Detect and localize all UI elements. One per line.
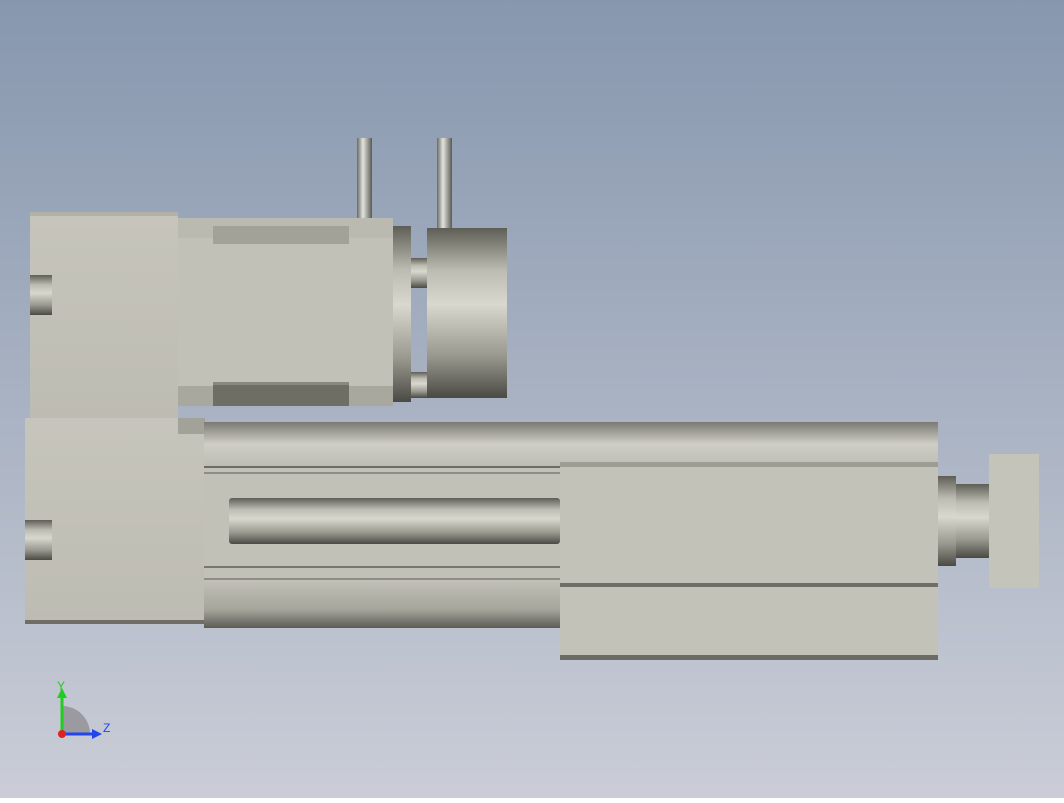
rod-end-plate[interactable] (989, 454, 1039, 588)
x-axis-dot (58, 730, 66, 738)
rod-end-collar (938, 476, 956, 566)
profile-bottom-rail (204, 582, 560, 628)
motor-end-ring (393, 226, 411, 402)
y-axis-label: Y (57, 679, 66, 693)
connector-pin-left[interactable] (357, 138, 372, 222)
model-view[interactable] (0, 0, 1064, 798)
gearbox-mount-hole-lower (25, 520, 52, 560)
3d-graphics-viewport[interactable]: Y Z (0, 0, 1064, 798)
carriage[interactable] (560, 462, 938, 660)
orientation-triad[interactable]: Y Z (52, 676, 122, 746)
linear-actuator[interactable] (25, 418, 1039, 660)
rod-end-shaft (956, 484, 990, 558)
triad-quarter-disc (62, 706, 90, 734)
z-axis-arrowhead (92, 729, 102, 739)
connector-pin-right[interactable] (437, 138, 452, 230)
gearbox-mount-hole-upper (30, 275, 52, 315)
profile-top-rail (204, 422, 938, 466)
z-axis-label: Z (103, 721, 111, 735)
piston-rod-slot (229, 498, 560, 544)
motor-body[interactable] (178, 218, 393, 406)
gearbox-housing[interactable] (30, 212, 178, 422)
encoder-cap[interactable] (427, 228, 507, 398)
